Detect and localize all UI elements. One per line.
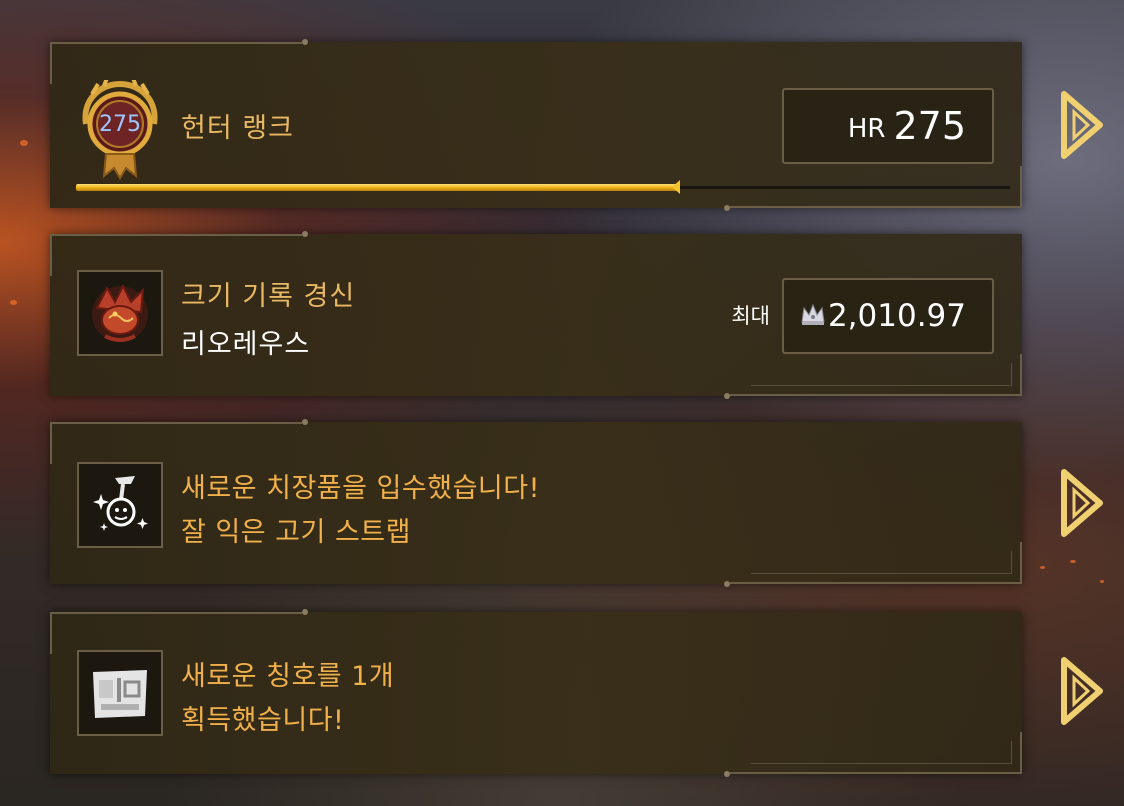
hr-value: 275: [893, 104, 966, 148]
hunter-rank-medal-icon: 275: [78, 77, 174, 180]
panel-frame: [50, 39, 308, 84]
max-size-value: 2,010.97: [827, 298, 966, 334]
next-arrow-icon[interactable]: [1060, 656, 1104, 726]
ember: [1100, 580, 1104, 583]
panel-frame: [50, 609, 308, 654]
title-line2: 획득했습니다!: [181, 705, 345, 736]
title-line1: 새로운 칭호를 1개: [181, 661, 395, 692]
hr-label: HR: [847, 114, 886, 144]
ember: [1040, 566, 1045, 569]
size-record-panel: 크기 기록 경신 리오레우스 최대 2,010.97: [50, 231, 1022, 399]
ember: [1070, 560, 1076, 563]
ember: [10, 300, 17, 305]
next-arrow-icon[interactable]: [1060, 90, 1104, 160]
ember: [20, 140, 28, 146]
crown-icon: [801, 303, 825, 325]
charm-line1: 새로운 치장품을 입수했습니다!: [181, 473, 540, 504]
hunter-rank-panel: 275 헌터 랭크 HR 275: [50, 39, 1022, 211]
rank-progress-tip: [672, 180, 680, 194]
rathalos-icon: [77, 270, 163, 356]
panel-frame: [751, 363, 1012, 386]
panel-frame: [751, 741, 1012, 764]
monster-name: 리오레우스: [181, 329, 311, 360]
charm-icon: [77, 462, 163, 548]
charm-panel: 새로운 치장품을 입수했습니다! 잘 익은 고기 스트랩: [50, 419, 1022, 587]
size-record-title: 크기 기록 경신: [181, 281, 356, 312]
rank-progress-fill: [76, 184, 678, 191]
size-record-value-box: 2,010.97: [782, 278, 994, 354]
max-label: 최대: [731, 304, 770, 328]
hunter-rank-badge-number: 275: [99, 112, 141, 137]
hunter-rank-title: 헌터 랭크: [181, 113, 294, 144]
charm-line2: 잘 익은 고기 스트랩: [181, 517, 411, 548]
panel-frame: [50, 419, 308, 464]
next-arrow-icon[interactable]: [1060, 468, 1104, 538]
title-panel: 새로운 칭호를 1개 획득했습니다!: [50, 609, 1022, 777]
panel-frame: [751, 551, 1012, 574]
hunter-rank-value-box: HR 275: [782, 88, 994, 164]
title-card-icon: [77, 650, 163, 736]
